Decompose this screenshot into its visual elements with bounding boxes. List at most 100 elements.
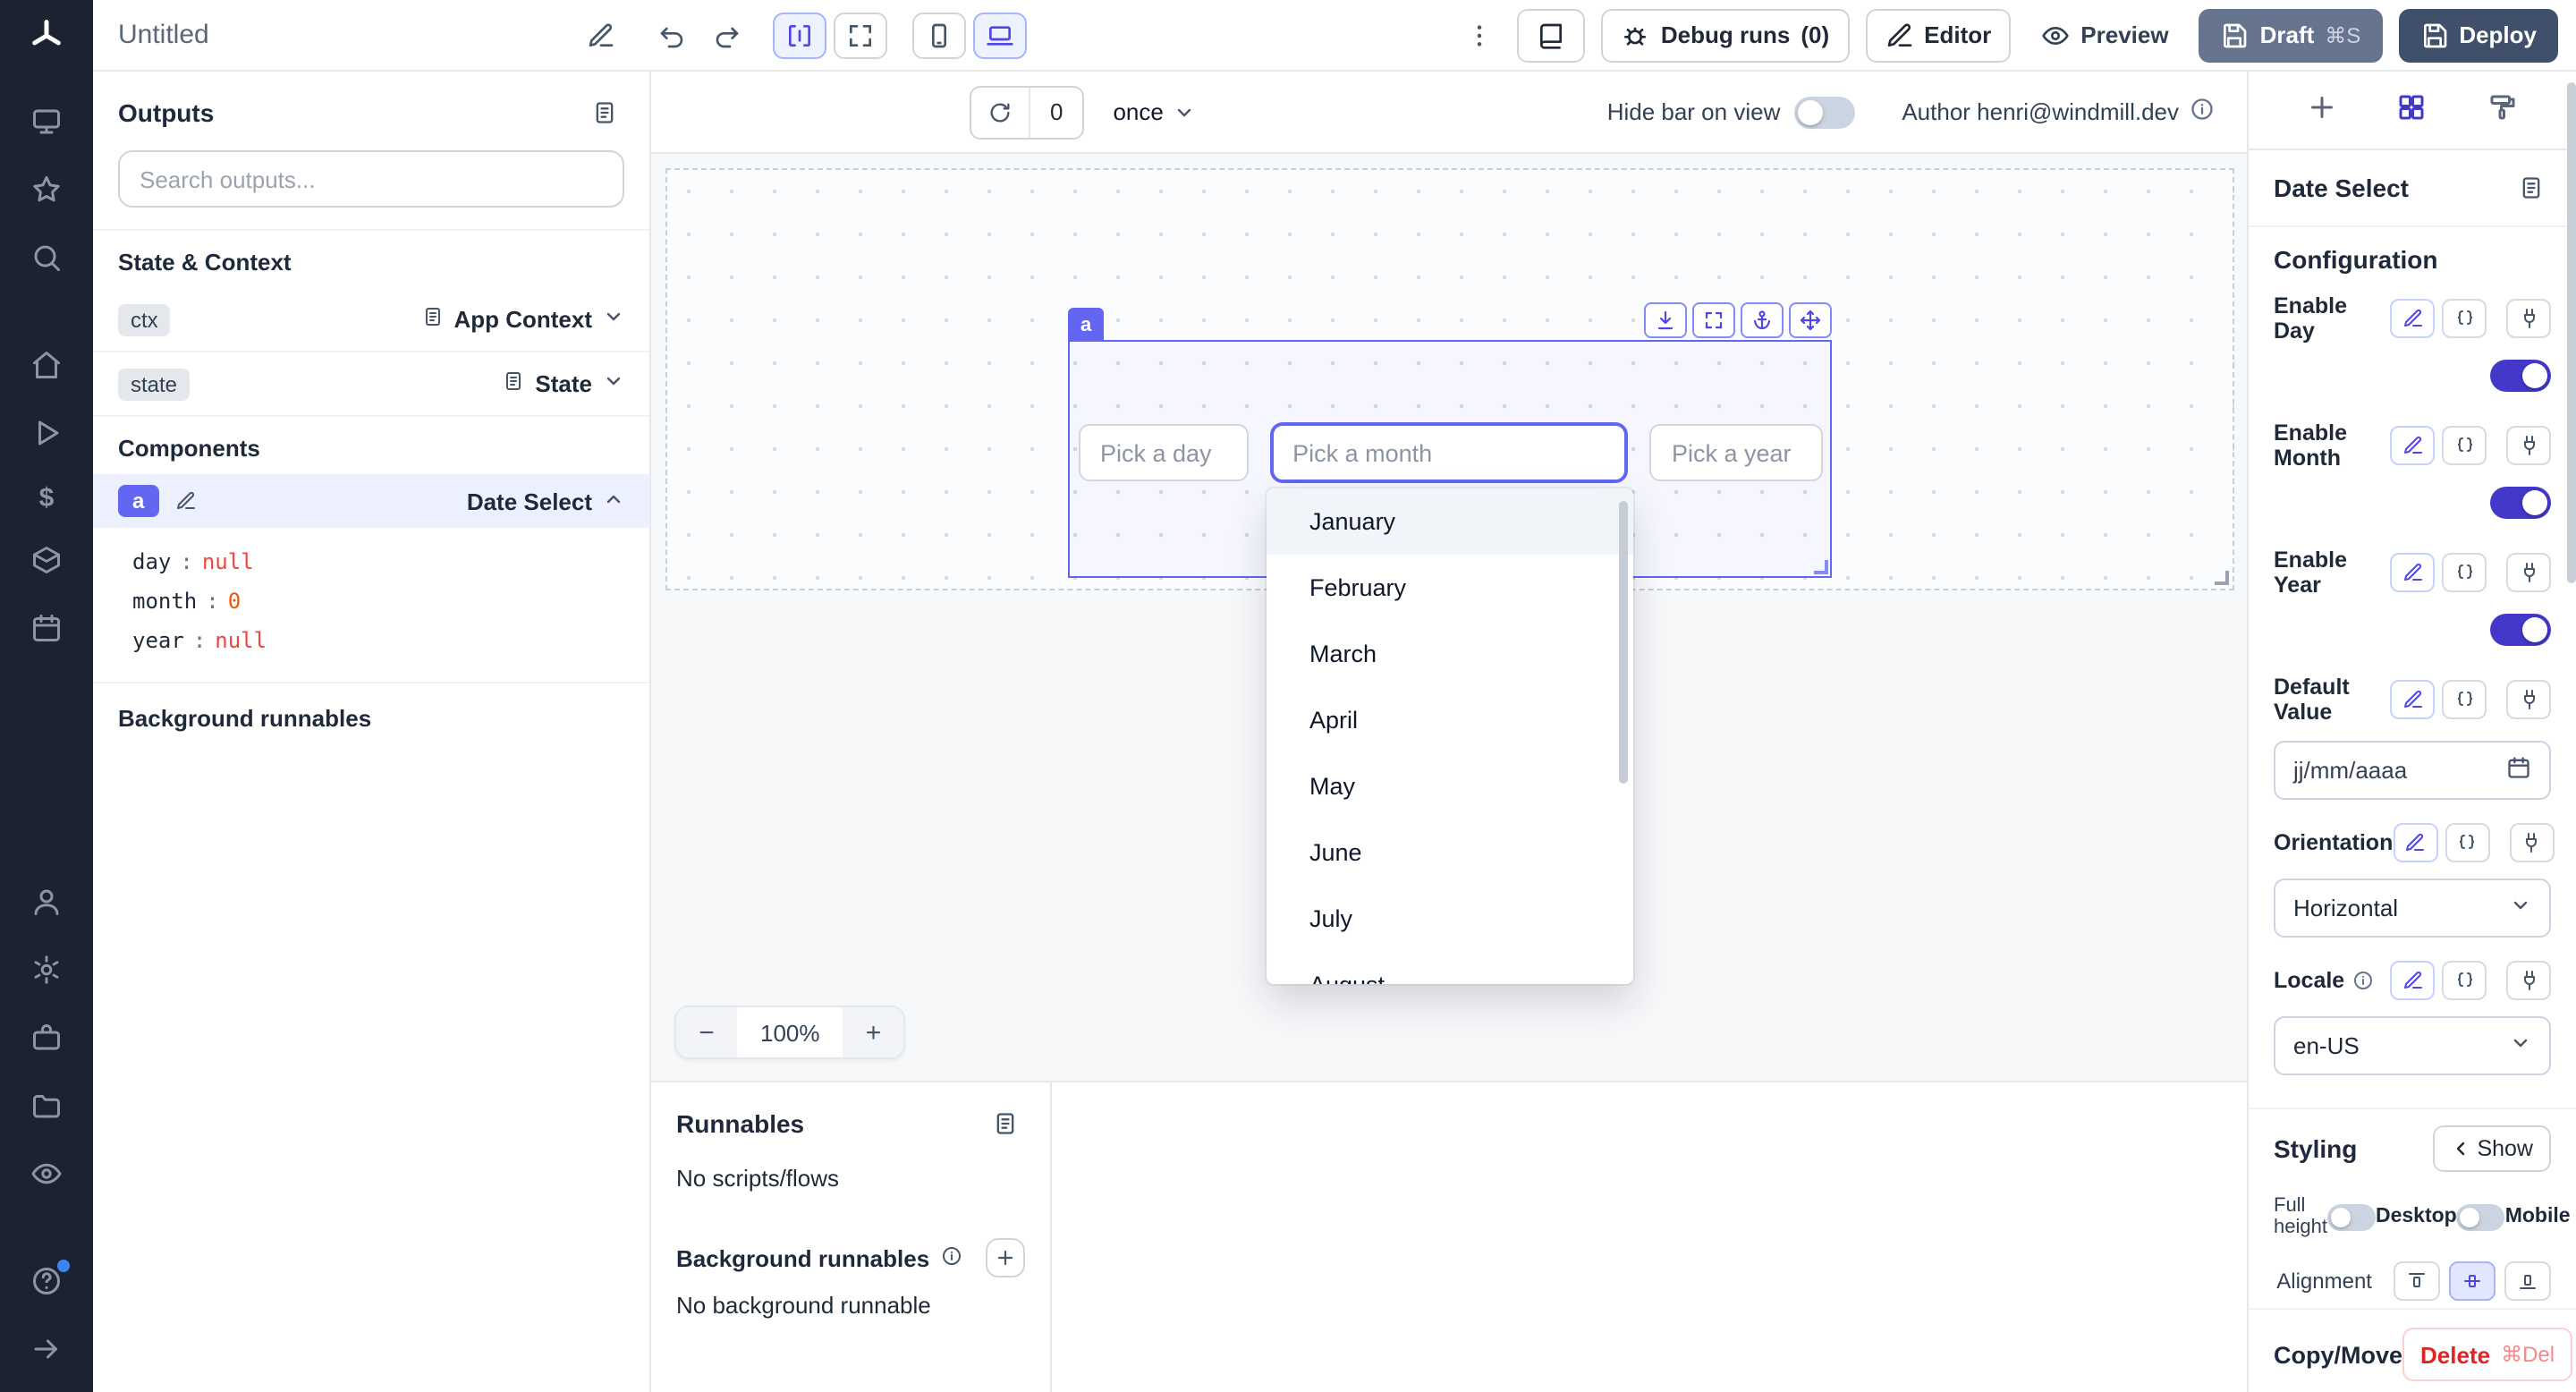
workers-icon[interactable] — [30, 1022, 63, 1059]
collapse-sidebar-icon[interactable] — [30, 1333, 63, 1371]
home-icon[interactable] — [30, 349, 63, 386]
app-canvas[interactable]: a Pick a day Pick a month Pick a year — [651, 154, 2247, 1081]
move-icon[interactable] — [1789, 302, 1832, 338]
rename-app-button[interactable] — [580, 13, 623, 56]
desktop-view-toggle[interactable] — [973, 12, 1027, 58]
anchor-icon[interactable] — [1741, 302, 1784, 338]
docs-button[interactable] — [1518, 8, 1586, 62]
resources-icon[interactable] — [30, 544, 63, 581]
object-row[interactable]: month:0 — [132, 581, 624, 621]
component-doc-icon[interactable] — [2512, 168, 2551, 208]
refresh-interval-dropdown[interactable]: once — [1113, 98, 1195, 125]
chevron-down-icon[interactable] — [603, 306, 624, 333]
year-input[interactable]: Pick a year — [1650, 424, 1823, 481]
component-settings-tab[interactable] — [2385, 81, 2439, 140]
scrollbar-thumb[interactable] — [2567, 82, 2576, 583]
connect-input-button[interactable] — [2506, 426, 2551, 465]
connect-input-button[interactable] — [2509, 823, 2554, 862]
canvas-resize-handle[interactable] — [2215, 571, 2229, 585]
month-option[interactable]: June — [1267, 819, 1633, 886]
redo-button[interactable] — [705, 13, 748, 56]
enable-year-toggle[interactable] — [2490, 614, 2551, 646]
month-option[interactable]: August — [1267, 952, 1633, 984]
info-icon[interactable] — [940, 1244, 962, 1271]
css-editor-tab[interactable] — [2476, 81, 2529, 140]
chevron-down-icon[interactable] — [603, 370, 624, 397]
folders-icon[interactable] — [30, 1090, 63, 1127]
add-background-runnable-button[interactable] — [986, 1238, 1025, 1277]
show-styling-button[interactable]: Show — [2432, 1125, 2551, 1172]
windmill-logo-icon[interactable] — [29, 18, 64, 59]
enable-day-toggle[interactable] — [2490, 360, 2551, 392]
search-outputs-input[interactable] — [118, 150, 624, 208]
align-bottom-button[interactable] — [2504, 1261, 2551, 1301]
settings-icon[interactable] — [30, 954, 63, 991]
month-option[interactable]: April — [1267, 687, 1633, 753]
static-input-button[interactable] — [2390, 426, 2435, 465]
month-input[interactable]: Pick a month — [1271, 424, 1627, 481]
static-input-button[interactable] — [2393, 823, 2437, 862]
connect-input-button[interactable] — [2506, 299, 2551, 338]
state-row[interactable]: state State — [93, 352, 649, 417]
mobile-view-toggle[interactable] — [912, 12, 966, 58]
favorites-icon[interactable] — [30, 174, 63, 211]
users-icon[interactable] — [30, 886, 63, 923]
apps-icon[interactable] — [30, 106, 63, 143]
variables-icon[interactable]: $ — [39, 485, 55, 514]
runnables-doc-icon[interactable] — [986, 1104, 1025, 1143]
editor-tab-button[interactable]: Editor — [1865, 8, 2011, 62]
month-option[interactable]: May — [1267, 753, 1633, 819]
debug-runs-button[interactable]: Debug runs (0) — [1602, 8, 1849, 62]
static-input-button[interactable] — [2390, 553, 2435, 592]
full-height-toggle[interactable] — [2327, 1203, 2376, 1230]
desktop-mobile-toggle[interactable] — [2457, 1203, 2505, 1230]
default-value-date-input[interactable]: jj/mm/aaaa — [2274, 741, 2551, 800]
js-input-button[interactable] — [2442, 553, 2487, 592]
month-option[interactable]: February — [1267, 555, 1633, 621]
enable-month-toggle[interactable] — [2490, 487, 2551, 519]
refresh-button[interactable] — [971, 87, 1029, 137]
align-middle-button[interactable] — [2449, 1261, 2496, 1301]
expand-icon[interactable] — [1692, 302, 1735, 338]
object-row[interactable]: year:null — [132, 621, 624, 660]
connect-input-button[interactable] — [2506, 553, 2551, 592]
chevron-up-icon[interactable] — [603, 488, 624, 514]
help-icon[interactable] — [30, 1265, 63, 1303]
audit-logs-icon[interactable] — [30, 1158, 63, 1195]
static-input-button[interactable] — [2390, 961, 2435, 1000]
zoom-in-button[interactable]: + — [843, 1007, 904, 1057]
page-scrollbar[interactable] — [2565, 0, 2576, 1392]
js-input-button[interactable] — [2442, 680, 2487, 719]
object-row[interactable]: day:null — [132, 542, 624, 581]
zoom-out-button[interactable]: − — [676, 1007, 737, 1057]
component-output-row[interactable]: a Date Select — [93, 474, 649, 528]
edit-component-id-icon[interactable] — [171, 487, 199, 515]
deploy-button[interactable]: Deploy — [2398, 8, 2558, 62]
locale-select[interactable]: en-US — [2274, 1016, 2551, 1075]
preview-tab-button[interactable]: Preview — [2027, 8, 2182, 62]
fullscreen-toggle[interactable] — [834, 12, 887, 58]
connect-input-button[interactable] — [2506, 961, 2551, 1000]
schedules-icon[interactable] — [30, 612, 63, 649]
info-icon[interactable] — [2351, 970, 2373, 991]
static-input-button[interactable] — [2390, 299, 2435, 338]
hide-bar-toggle[interactable] — [1794, 96, 1855, 128]
align-top-button[interactable] — [2394, 1261, 2440, 1301]
undo-button[interactable] — [651, 13, 694, 56]
draft-button[interactable]: Draft ⌘S — [2199, 8, 2383, 62]
js-input-button[interactable] — [2442, 426, 2487, 465]
dropdown-scrollbar[interactable] — [1619, 501, 1628, 784]
outputs-doc-icon[interactable] — [585, 93, 624, 132]
info-icon[interactable] — [2190, 97, 2215, 127]
search-icon[interactable] — [30, 242, 63, 279]
component-resize-handle[interactable] — [1814, 560, 1828, 574]
calendar-icon[interactable] — [2506, 755, 2531, 785]
delete-component-button[interactable]: Delete ⌘Del — [2402, 1328, 2572, 1381]
month-option[interactable]: January — [1267, 488, 1633, 555]
more-menu-button[interactable] — [1459, 13, 1502, 56]
insert-component-tab[interactable] — [2295, 81, 2349, 140]
fill-height-icon[interactable] — [1644, 302, 1687, 338]
js-input-button[interactable] — [2442, 299, 2487, 338]
month-option[interactable]: March — [1267, 621, 1633, 687]
orientation-select[interactable]: Horizontal — [2274, 878, 2551, 938]
